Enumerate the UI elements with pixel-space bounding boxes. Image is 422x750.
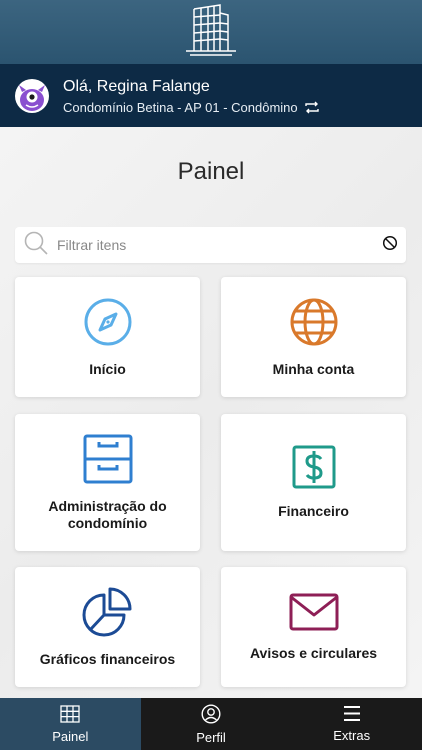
person-icon (201, 703, 221, 727)
card-label: Minha conta (272, 360, 355, 377)
top-banner (0, 0, 422, 64)
swap-icon[interactable] (304, 101, 320, 114)
nav-label: Painel (52, 728, 89, 744)
card-minha-conta[interactable]: Minha conta (221, 277, 406, 397)
nav-painel[interactable]: Painel (0, 698, 141, 750)
avatar[interactable] (15, 78, 49, 113)
condo-info: Condomínio Betina - AP 01 - Condômino (63, 99, 298, 115)
nav-perfil[interactable]: Perfil (141, 698, 282, 750)
card-label: Início (89, 360, 126, 377)
card-label: Financeiro (278, 503, 349, 519)
card-administracao[interactable]: Administração do condomínio (15, 414, 200, 551)
pie-chart-icon (82, 587, 134, 637)
envelope-icon (289, 593, 339, 631)
card-avisos[interactable]: Avisos e circulares (221, 567, 406, 687)
grid-icon (60, 704, 80, 726)
page-title: Painel (177, 158, 245, 185)
menu-icon (342, 705, 362, 725)
clear-icon[interactable] (382, 235, 398, 256)
nav-extras[interactable]: Extras (281, 698, 422, 750)
globe-icon (289, 297, 339, 347)
card-label: Avisos e circulares (249, 644, 378, 661)
dollar-icon (292, 445, 336, 489)
bottom-nav: Painel Perfil Extras (0, 698, 422, 750)
card-inicio[interactable]: Início (15, 277, 200, 397)
nav-label: Perfil (196, 729, 226, 745)
compass-icon (83, 297, 133, 347)
user-greeting: Olá, Regina Falange (63, 77, 210, 95)
search-input[interactable] (57, 237, 382, 253)
file-cabinet-icon (83, 434, 133, 484)
card-label: Administração do condomínio (48, 497, 167, 531)
nav-label: Extras (333, 728, 371, 743)
card-label: Gráficos financeiros (39, 650, 176, 667)
search-icon (23, 230, 49, 261)
user-bar[interactable]: Olá, Regina Falange Condomínio Betina - … (0, 64, 422, 127)
card-financeiro[interactable]: Financeiro (221, 414, 406, 551)
main-content: Painel Início (0, 127, 422, 698)
card-graficos[interactable]: Gráficos financeiros (15, 567, 200, 687)
search-bar[interactable] (15, 227, 406, 263)
building-icon (182, 3, 240, 62)
